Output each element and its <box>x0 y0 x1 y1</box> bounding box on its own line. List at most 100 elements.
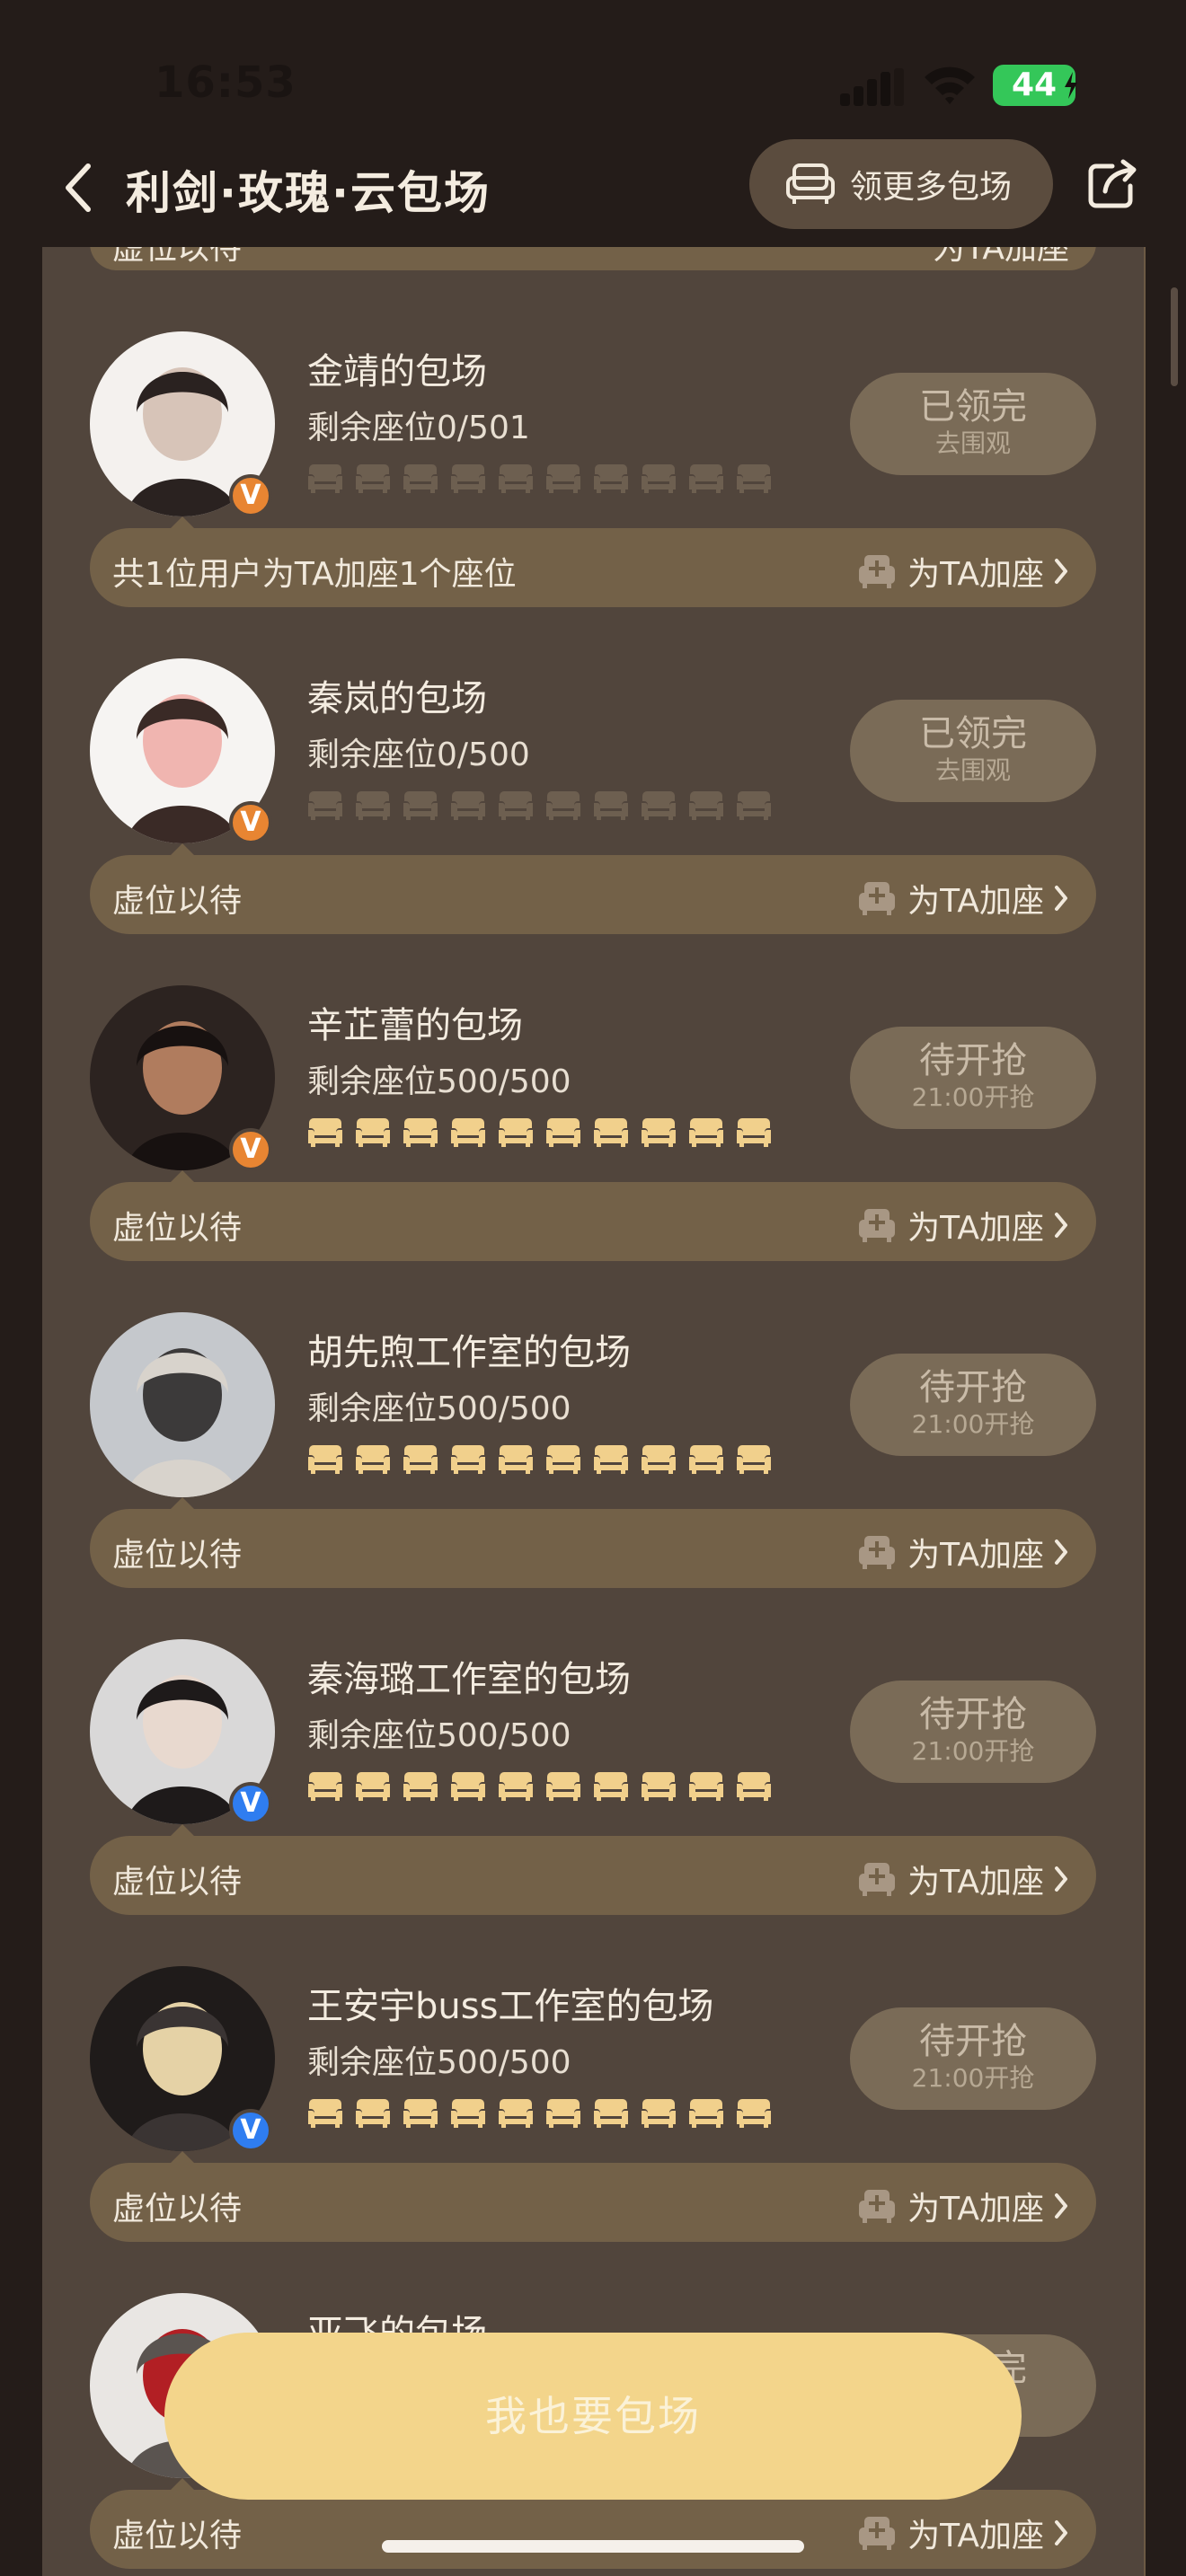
status-button[interactable]: 已领完 去围观 <box>850 700 1096 802</box>
seat-icon <box>356 464 390 493</box>
seat-icon <box>499 464 533 493</box>
status-label: 待开抢 <box>919 1694 1027 1735</box>
screening-item: V 秦海璐工作室的包场 剩余座位500/500 待开抢 21:00开抢 虚位以待… <box>42 1555 1144 1915</box>
add-seat-label: 为TA加座 <box>907 2518 1044 2554</box>
cta-button[interactable]: 我也要包场 <box>164 2333 1022 2500</box>
seat-icon <box>451 791 485 820</box>
seat-icon <box>308 1118 342 1147</box>
status-sublabel: 21:00开抢 <box>911 1736 1035 1766</box>
more-screenings-label: 领更多包场 <box>850 169 1013 206</box>
seat-icon <box>594 1118 628 1147</box>
seat-icon <box>546 1118 580 1147</box>
charging-bolt-icon <box>1065 72 1077 99</box>
seat-icon <box>403 464 438 493</box>
seat-icon <box>642 2099 676 2128</box>
seats-remaining: 剩余座位0/501 <box>307 410 530 446</box>
status-label: 待开抢 <box>919 1040 1027 1081</box>
seat-icon <box>594 2099 628 2128</box>
status-sublabel: 去围观 <box>934 755 1011 785</box>
status-button[interactable]: 待开抢 21:00开抢 <box>850 2007 1096 2110</box>
home-indicator <box>382 2540 804 2553</box>
cellular-signal-icon <box>840 68 905 106</box>
seat-icon <box>737 2099 771 2128</box>
screening-item: V 王安宇buss工作室的包场 剩余座位500/500 待开抢 21:00开抢 … <box>42 1882 1144 2242</box>
status-sublabel: 去围观 <box>934 428 1011 458</box>
screening-name[interactable]: 秦海璐工作室的包场 <box>307 1650 631 1702</box>
strip-pointer <box>170 1170 195 1183</box>
battery-level: 44 <box>1011 66 1058 103</box>
seat-icon <box>737 1772 771 1801</box>
wifi-icon <box>925 66 975 104</box>
seat-icon <box>737 791 771 820</box>
avatar[interactable] <box>90 1312 275 1497</box>
seat-icon <box>451 464 485 493</box>
status-bar: 16:53 44 <box>0 0 1186 153</box>
back-chevron-icon[interactable] <box>61 161 97 215</box>
seat-icon <box>308 2099 342 2128</box>
screening-name[interactable]: 王安宇buss工作室的包场 <box>307 1977 713 2029</box>
status-button[interactable]: 已领完 去围观 <box>850 373 1096 475</box>
screening-name[interactable]: 胡先煦工作室的包场 <box>307 1323 631 1375</box>
seat-icon <box>594 1445 628 1474</box>
add-seat-link[interactable]: 为TA加座 <box>857 2510 1069 2556</box>
seat-indicators <box>307 462 772 494</box>
seat-icon <box>689 1118 723 1147</box>
screening-name[interactable]: 秦岚的包场 <box>307 669 487 721</box>
seats-remaining: 剩余座位500/500 <box>307 2044 571 2081</box>
seat-icon <box>546 1772 580 1801</box>
seat-icon <box>546 464 580 493</box>
screening-item: V 秦岚的包场 剩余座位0/500 已领完 去围观 虚位以待 为TA加座 <box>42 574 1144 934</box>
status-time: 16:53 <box>155 57 296 108</box>
seat-icon <box>546 791 580 820</box>
seat-icon <box>403 1772 438 1801</box>
seat-icon <box>737 1445 771 1474</box>
add-seat-icon <box>859 2517 896 2550</box>
seat-icon <box>499 1118 533 1147</box>
seat-icon <box>499 1772 533 1801</box>
verified-badge-icon: V <box>229 474 272 517</box>
seat-icon <box>451 2099 485 2128</box>
seat-icon <box>689 464 723 493</box>
strip-pointer <box>170 2151 195 2164</box>
battery-icon: 44 <box>993 65 1077 106</box>
sofa-icon <box>786 163 835 204</box>
seat-indicators <box>307 1116 772 1148</box>
screening-name[interactable]: 金靖的包场 <box>307 342 487 394</box>
seat-icon <box>642 1118 676 1147</box>
strip-pointer <box>170 516 195 529</box>
strip-pointer <box>170 843 195 856</box>
screening-list[interactable]: 虚位以待 为TA加座 V 金靖的包场 剩余座位0/501 已领完 去围观 共1位… <box>42 247 1144 2576</box>
screening-name[interactable]: 辛芷蕾的包场 <box>307 996 523 1048</box>
seat-icon <box>451 1445 485 1474</box>
strip-pointer <box>170 1497 195 1510</box>
seat-icon <box>308 464 342 493</box>
seat-icon <box>308 1772 342 1801</box>
add-seat-strip[interactable]: 虚位以待 为TA加座 <box>90 2490 1096 2569</box>
status-button[interactable]: 待开抢 21:00开抢 <box>850 1354 1096 1456</box>
status-sublabel: 21:00开抢 <box>911 1082 1035 1112</box>
screening-item: V 金靖的包场 剩余座位0/501 已领完 去围观 共1位用户为TA加座1个座位… <box>42 247 1144 607</box>
share-icon[interactable] <box>1085 157 1139 211</box>
verified-badge-icon: V <box>229 2109 272 2152</box>
seat-icon <box>403 791 438 820</box>
seat-icon <box>403 2099 438 2128</box>
seat-icon <box>689 1772 723 1801</box>
seat-icon <box>499 1445 533 1474</box>
seat-icon <box>451 1118 485 1147</box>
status-button[interactable]: 待开抢 21:00开抢 <box>850 1681 1096 1783</box>
seat-icon <box>451 1772 485 1801</box>
seat-icon <box>308 1445 342 1474</box>
more-screenings-button[interactable]: 领更多包场 <box>749 139 1053 229</box>
seat-icon <box>737 464 771 493</box>
verified-badge-icon: V <box>229 801 272 844</box>
seat-icon <box>546 1445 580 1474</box>
seat-icon <box>356 1445 390 1474</box>
seat-icon <box>356 2099 390 2128</box>
status-button[interactable]: 待开抢 21:00开抢 <box>850 1027 1096 1129</box>
seat-indicators <box>307 2096 772 2129</box>
screening-item: V 辛芷蕾的包场 剩余座位500/500 待开抢 21:00开抢 虚位以待 为T… <box>42 901 1144 1261</box>
seats-remaining: 剩余座位500/500 <box>307 1717 571 1754</box>
scrollbar[interactable] <box>1171 287 1178 386</box>
seat-icon <box>594 464 628 493</box>
status-label: 待开抢 <box>919 1367 1027 1408</box>
